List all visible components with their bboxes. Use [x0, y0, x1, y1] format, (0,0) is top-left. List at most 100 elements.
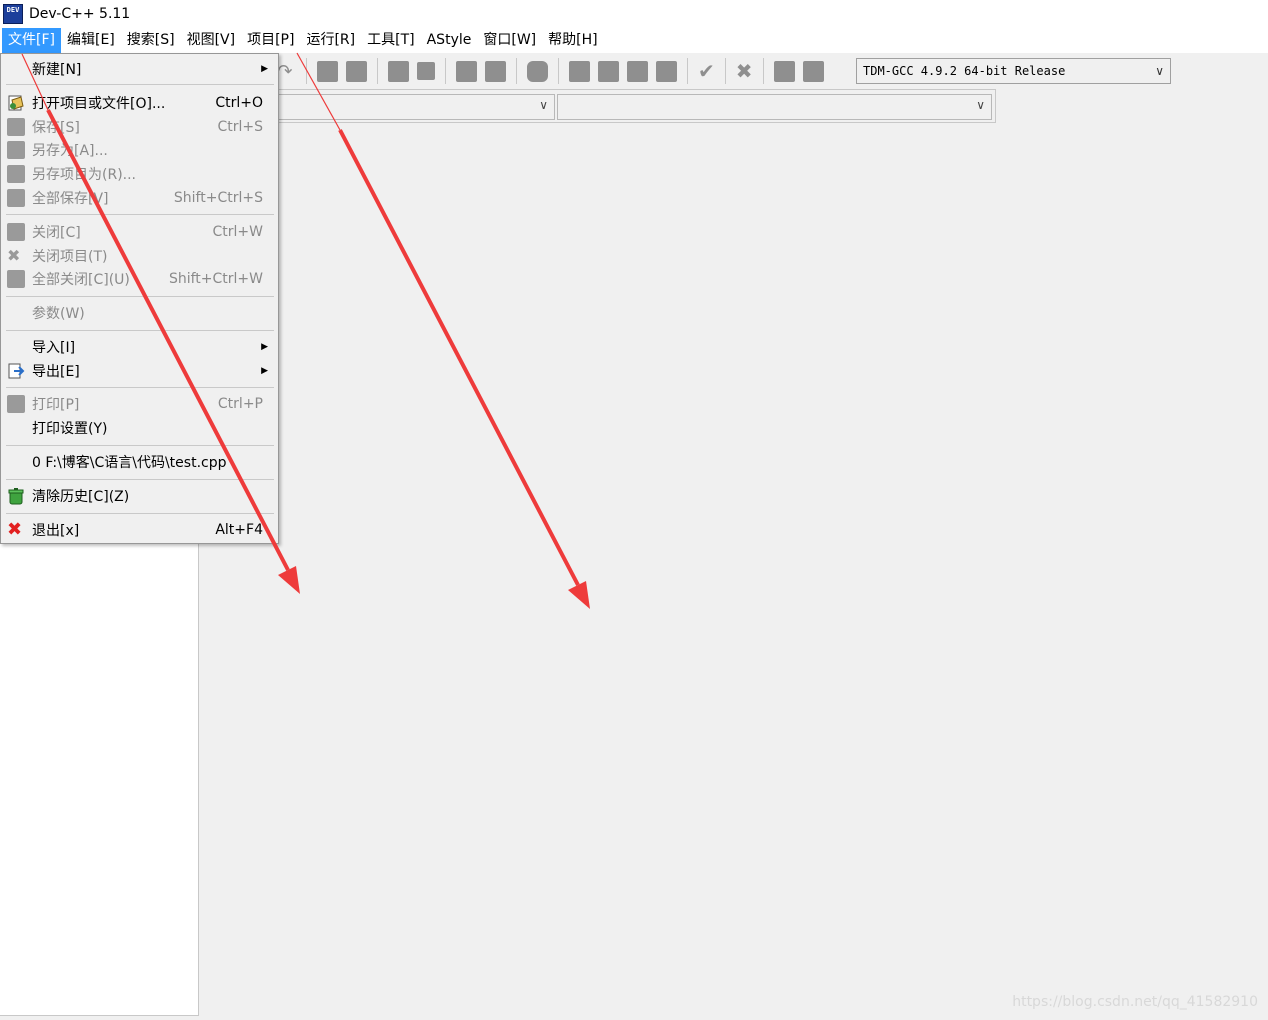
menu-item-label: 另存为[A]...: [32, 143, 108, 159]
menu-item-close[interactable]: 关闭[C] Ctrl+W: [1, 220, 278, 244]
menu-project[interactable]: 项目[P]: [241, 28, 300, 53]
menu-item-close-project[interactable]: ✖ 关闭项目(T): [1, 244, 278, 268]
compiler-select-value: TDM-GCC 4.9.2 64-bit Release: [863, 64, 1066, 78]
toolbar-separator: [306, 58, 307, 84]
menu-item-export[interactable]: 导出[E] ▶: [1, 359, 278, 383]
menu-search[interactable]: 搜索[S]: [121, 28, 181, 53]
menu-item-save-all[interactable]: 全部保存[V] Shift+Ctrl+S: [1, 186, 278, 210]
menu-item-shortcut: Shift+Ctrl+W: [168, 271, 263, 287]
compile-run-icon[interactable]: [346, 60, 367, 82]
new-window-icon[interactable]: [598, 60, 619, 82]
menu-item-label: 保存[S]: [32, 120, 80, 136]
menu-item-label: 0 F:\博客\C语言\代码\test.cpp: [32, 455, 227, 471]
menu-item-label: 打印[P]: [32, 397, 80, 413]
annotation-arrow-right-head: [568, 581, 590, 609]
indent-icon[interactable]: [456, 60, 477, 82]
window-title: Dev-C++ 5.11: [29, 6, 131, 22]
toolbar-separator: [377, 58, 378, 84]
menu-separator: [6, 330, 274, 331]
menu-item-label: 导入[I]: [32, 340, 76, 356]
compile-icon[interactable]: [317, 60, 338, 82]
menu-help[interactable]: 帮助[H]: [542, 28, 603, 53]
annotation-arrow-left-head: [278, 566, 300, 594]
save-all-icon: [7, 189, 25, 207]
menu-item-new[interactable]: 新建[N] ▶: [1, 57, 278, 81]
menu-item-open[interactable]: 打开项目或文件[O]... Ctrl+O: [1, 91, 278, 115]
member-combo[interactable]: ∨: [557, 94, 992, 120]
menu-item-shortcut: Shift+Ctrl+S: [173, 190, 263, 206]
menu-item-exit[interactable]: ✖ 退出[x] Alt+F4: [1, 518, 278, 542]
menu-item-print[interactable]: 打印[P] Ctrl+P: [1, 392, 278, 416]
devcpp-app-icon: DEV: [3, 4, 23, 24]
toolbar-separator: [445, 58, 446, 84]
menu-item-label: 关闭[C]: [32, 225, 81, 241]
toolbar-separator: [762, 58, 764, 84]
menu-separator: [6, 387, 274, 388]
class-combo[interactable]: ∨: [270, 94, 555, 120]
unindent-icon[interactable]: [485, 60, 506, 82]
close-file-icon: [7, 223, 25, 241]
toolbar-separator: [687, 58, 688, 84]
profile-delete-icon[interactable]: [802, 60, 824, 82]
close-project-icon: ✖: [7, 246, 21, 265]
menu-edit[interactable]: 编辑[E]: [61, 28, 121, 53]
menu-separator: [6, 445, 274, 446]
toolbar-separator: [516, 58, 517, 84]
menu-item-clear-history[interactable]: 清除历史[C](Z): [1, 484, 278, 508]
menu-separator: [6, 84, 274, 85]
menu-item-save-as[interactable]: 另存为[A]...: [1, 138, 278, 162]
menu-item-shortcut: Ctrl+P: [217, 396, 263, 412]
menu-item-shortcut: Alt+F4: [215, 522, 263, 538]
menu-separator: [6, 479, 274, 480]
run-icon[interactable]: [417, 62, 435, 80]
menu-item-print-setup[interactable]: 打印设置(Y): [1, 416, 278, 440]
exit-icon: ✖: [7, 519, 23, 540]
menu-item-label: 清除历史[C](Z): [32, 489, 130, 505]
submenu-arrow-icon: ▶: [261, 64, 268, 74]
menu-item-shortcut: Ctrl+W: [212, 224, 263, 240]
menu-run[interactable]: 运行[R]: [300, 28, 361, 53]
profile-icon[interactable]: [773, 60, 795, 82]
menu-item-close-all[interactable]: 全部关闭[C](U) Shift+Ctrl+W: [1, 267, 278, 291]
save-as-icon: [7, 141, 25, 159]
bookmark-icon[interactable]: [527, 60, 548, 82]
tile-icon[interactable]: [569, 60, 590, 82]
trash-icon: [7, 487, 25, 505]
annotation-arrow-right-shaft: [338, 129, 580, 586]
file-menu-dropdown: 新建[N] ▶ 打开项目或文件[O]... Ctrl+O 保存[S] Ctrl+…: [0, 53, 279, 544]
menu-item-label: 关闭项目(T): [32, 249, 108, 265]
print-icon: [7, 395, 25, 413]
menu-item-import[interactable]: 导入[I] ▶: [1, 335, 278, 359]
grid-icon[interactable]: [656, 60, 677, 82]
menu-item-label: 全部保存[V]: [32, 191, 109, 207]
toolbar-separator: [558, 58, 559, 84]
menu-item-recent-file[interactable]: 0 F:\博客\C语言\代码\test.cpp: [1, 450, 278, 474]
menu-tools[interactable]: 工具[T]: [361, 28, 420, 53]
window-icon[interactable]: [627, 60, 648, 82]
toolbar-separator: [724, 58, 726, 84]
menu-item-shortcut: Ctrl+O: [215, 95, 263, 111]
cross-icon[interactable]: ✖: [736, 59, 753, 83]
menu-item-label: 退出[x]: [32, 523, 80, 539]
menu-view[interactable]: 视图[V]: [181, 28, 242, 53]
menu-item-label: 打开项目或文件[O]...: [32, 96, 166, 112]
chevron-down-icon: ∨: [976, 98, 985, 112]
menu-separator: [6, 296, 274, 297]
menu-item-label: 打印设置(Y): [32, 421, 108, 437]
chevron-down-icon: ∨: [1155, 64, 1164, 78]
menu-astyle[interactable]: AStyle: [421, 28, 478, 53]
menu-item-label: 新建[N]: [32, 62, 82, 78]
menu-item-save[interactable]: 保存[S] Ctrl+S: [1, 115, 278, 139]
menu-item-parameters[interactable]: 参数(W): [1, 301, 278, 325]
menu-item-save-project-as[interactable]: 另存项目为(R)...: [1, 162, 278, 186]
save-project-icon: [7, 165, 25, 183]
check-icon[interactable]: ✔: [698, 59, 715, 83]
menu-window[interactable]: 窗口[W]: [477, 28, 542, 53]
menu-item-label: 参数(W): [32, 306, 85, 322]
rebuild-icon[interactable]: [388, 60, 409, 82]
compiler-select[interactable]: TDM-GCC 4.9.2 64-bit Release ∨: [856, 58, 1171, 84]
menu-file[interactable]: 文件[F]: [2, 28, 61, 53]
menu-item-label: 导出[E]: [32, 364, 80, 380]
open-icon: [7, 94, 25, 112]
watermark: https://blog.csdn.net/qq_41582910: [1012, 994, 1258, 1010]
